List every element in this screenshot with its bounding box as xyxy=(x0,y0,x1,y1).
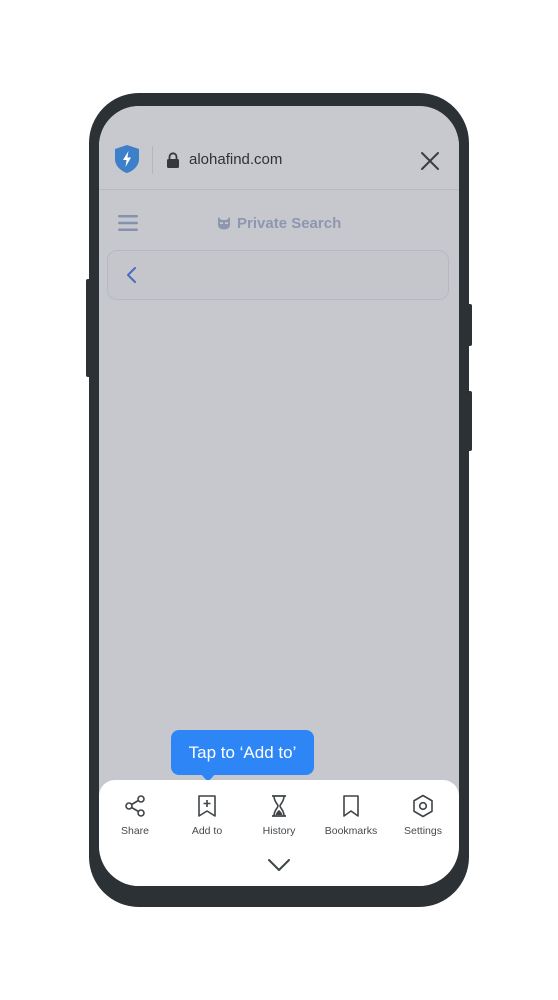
browser-url-bar: alohafind.com xyxy=(99,106,459,190)
share-label: Share xyxy=(120,825,150,837)
history-button[interactable]: History xyxy=(243,794,315,837)
search-box[interactable] xyxy=(107,250,449,300)
add-to-button[interactable]: Add to xyxy=(171,794,243,837)
bookmark-icon xyxy=(343,795,359,817)
chevron-down-icon[interactable] xyxy=(267,858,291,872)
share-icon xyxy=(125,795,145,817)
close-icon[interactable] xyxy=(420,151,440,171)
phone-screen: alohafind.com Private Search Tap to ‘Add… xyxy=(99,106,459,886)
tooltip-text: Tap to ‘Add to’ xyxy=(188,742,297,762)
hamburger-menu-icon[interactable] xyxy=(117,214,139,232)
brand-logo: Private Search xyxy=(217,212,341,234)
add-to-label: Add to xyxy=(191,825,223,837)
chevron-left-icon[interactable] xyxy=(125,266,137,284)
hexagon-settings-icon xyxy=(413,794,433,818)
settings-button[interactable]: Settings xyxy=(387,794,459,837)
lock-icon xyxy=(167,152,179,168)
url-text[interactable]: alohafind.com xyxy=(189,151,282,168)
share-button[interactable]: Share xyxy=(99,794,171,837)
phone-side-button-right-bottom xyxy=(467,391,472,451)
bookmarks-label: Bookmarks xyxy=(324,825,378,837)
bookmark-add-icon xyxy=(198,795,216,817)
lightning-shield-icon[interactable] xyxy=(114,144,140,174)
brand-name: Private Search xyxy=(237,214,342,232)
bookmarks-button[interactable]: Bookmarks xyxy=(315,794,387,837)
search-page-header: Private Search xyxy=(99,190,459,250)
url-bar-divider xyxy=(152,146,153,174)
phone-side-button-left xyxy=(86,279,91,377)
cat-mask-icon xyxy=(218,217,230,230)
add-to-tooltip: Tap to ‘Add to’ xyxy=(171,730,314,775)
phone-side-button-right-top xyxy=(467,304,472,346)
hourglass-icon xyxy=(272,795,286,817)
history-label: History xyxy=(262,825,296,837)
bottom-menu-sheet: Share Add to History Bookmarks Settings xyxy=(99,780,459,886)
settings-label: Settings xyxy=(404,825,442,837)
